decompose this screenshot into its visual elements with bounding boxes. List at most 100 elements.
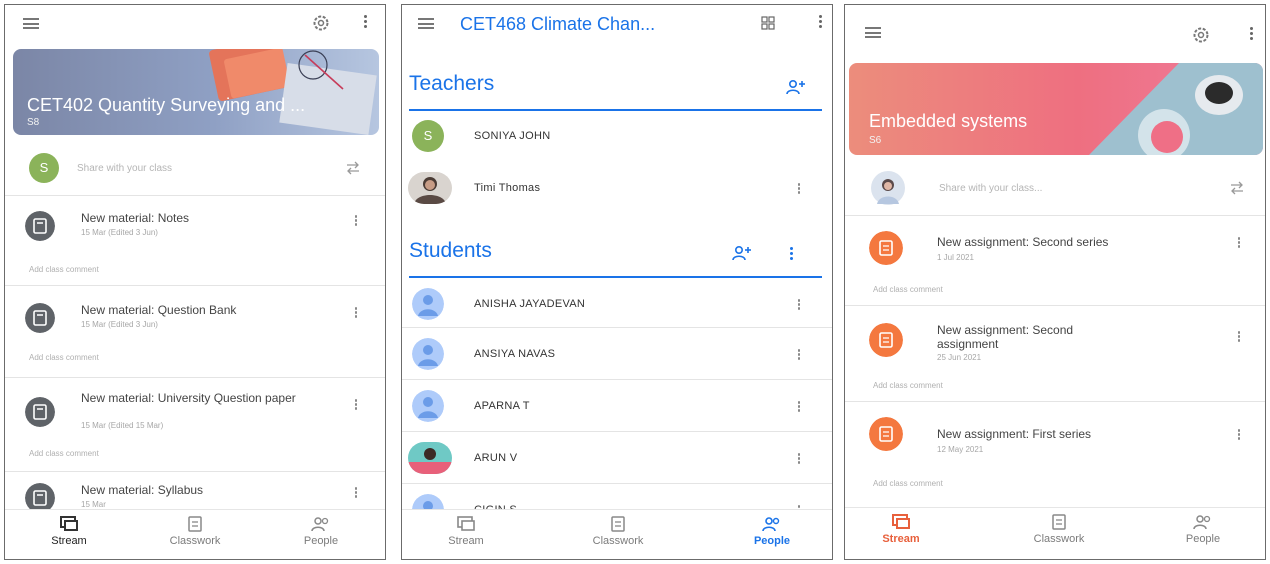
student-row[interactable]: APARNA T <box>402 387 832 427</box>
divider <box>845 305 1265 306</box>
more-vert-icon[interactable] <box>354 307 358 319</box>
divider <box>5 195 385 196</box>
more-vert-icon[interactable] <box>354 487 358 499</box>
top-app-bar <box>845 5 1265 43</box>
gear-icon[interactable] <box>311 13 331 33</box>
add-class-comment-link[interactable]: Add class comment <box>29 353 99 362</box>
avatar: S <box>412 120 444 152</box>
user-avatar: S <box>29 153 59 183</box>
nav-stream[interactable]: Stream <box>19 516 119 547</box>
teacher-name: Timi Thomas <box>474 182 541 194</box>
avatar <box>408 442 452 474</box>
divider <box>5 377 385 378</box>
nav-people[interactable]: People <box>1153 514 1253 545</box>
share-placeholder[interactable]: Share with your class... <box>939 183 1042 194</box>
more-vert-icon[interactable] <box>790 247 794 261</box>
nav-stream[interactable]: Stream <box>416 516 516 547</box>
stream-post[interactable]: New material: Notes 15 Mar (Edited 3 Jun… <box>5 203 385 283</box>
add-class-comment-link[interactable]: Add class comment <box>29 265 99 274</box>
share-with-class-box[interactable]: S Share with your class <box>5 151 385 187</box>
stream-post[interactable]: New assignment: Second series 1 Jul 2021… <box>845 223 1265 303</box>
repost-icon[interactable] <box>345 161 361 175</box>
repost-icon[interactable] <box>1229 181 1245 195</box>
menu-icon[interactable] <box>865 27 881 38</box>
stream-post[interactable]: New material: Question Bank 15 Mar (Edit… <box>5 295 385 375</box>
add-class-comment-link[interactable]: Add class comment <box>873 285 943 294</box>
more-vert-icon[interactable] <box>1237 331 1241 343</box>
more-vert-icon[interactable] <box>797 349 801 361</box>
add-class-comment-link[interactable]: Add class comment <box>29 449 99 458</box>
classwork-icon <box>611 516 625 532</box>
student-name: ANISHA JAYADEVAN <box>474 298 586 310</box>
avatar <box>412 338 444 370</box>
add-student-icon[interactable] <box>732 245 752 261</box>
nav-classwork[interactable]: Classwork <box>145 516 245 547</box>
more-vert-icon[interactable] <box>797 453 801 465</box>
more-vert-icon[interactable] <box>1237 429 1241 441</box>
class-banner[interactable]: Embedded systems S6 <box>849 63 1263 155</box>
teacher-row[interactable]: Timi Thomas <box>402 169 832 209</box>
more-vert-icon[interactable] <box>354 399 358 411</box>
post-date: 15 Mar (Edited 3 Jun) <box>81 320 158 329</box>
people-screen-cet468: CET468 Climate Chan... Teachers S SONIYA… <box>401 4 833 560</box>
divider <box>5 285 385 286</box>
post-title: New material: Notes <box>81 211 190 225</box>
post-title: New assignment: First series <box>937 427 1092 441</box>
bottom-navigation: Stream Classwork People <box>845 507 1265 559</box>
nav-people[interactable]: People <box>722 516 822 547</box>
material-icon <box>25 397 55 427</box>
add-class-comment-link[interactable]: Add class comment <box>873 479 943 488</box>
divider <box>402 327 832 328</box>
post-date: 15 Mar (Edited 3 Jun) <box>81 228 158 237</box>
student-name: ANSIYA NAVAS <box>474 348 556 360</box>
stream-post[interactable]: New material: University Question paper … <box>5 387 385 467</box>
stream-post[interactable]: New assignment: Second assignment 25 Jun… <box>845 317 1265 397</box>
post-title: New assignment: Second series <box>937 235 1109 249</box>
class-banner[interactable]: CET402 Quantity Surveying and ... S8 <box>13 49 379 135</box>
assignment-icon <box>869 231 903 265</box>
menu-icon[interactable] <box>418 18 434 29</box>
post-date: 25 Jun 2021 <box>937 353 982 362</box>
more-vert-icon[interactable] <box>797 299 801 311</box>
avatar <box>412 390 444 422</box>
gear-icon[interactable] <box>1191 25 1211 45</box>
stream-post[interactable]: New assignment: First series 12 May 2021… <box>845 413 1265 493</box>
more-vert-icon[interactable] <box>818 15 822 31</box>
bottom-navigation: Stream Classwork People <box>5 509 385 559</box>
class-title: CET468 Climate Chan... <box>460 14 656 34</box>
nav-people[interactable]: People <box>271 516 371 547</box>
share-with-class-box[interactable]: Share with your class... <box>845 167 1265 207</box>
nav-classwork-label: Classwork <box>1033 533 1085 545</box>
student-row[interactable]: ANISHA JAYADEVAN <box>402 285 832 325</box>
menu-icon[interactable] <box>23 18 39 29</box>
more-vert-icon[interactable] <box>1249 27 1253 43</box>
stream-icon <box>892 514 910 529</box>
share-placeholder[interactable]: Share with your class <box>77 163 172 174</box>
apps-grid-icon[interactable] <box>761 16 775 30</box>
student-name: ARUN V <box>474 452 518 464</box>
nav-stream[interactable]: Stream <box>851 514 951 545</box>
students-divider <box>409 276 822 278</box>
student-row[interactable]: ARUN V <box>402 439 832 479</box>
nav-classwork[interactable]: Classwork <box>568 516 668 547</box>
add-teacher-icon[interactable] <box>786 79 806 95</box>
post-title: New material: Syllabus <box>81 483 204 497</box>
more-vert-icon[interactable] <box>354 215 358 227</box>
student-row[interactable]: ANSIYA NAVAS <box>402 335 832 375</box>
post-title: New material: University Question paper <box>81 391 296 405</box>
assignment-icon <box>869 323 903 357</box>
add-class-comment-link[interactable]: Add class comment <box>873 381 943 390</box>
students-heading: Students <box>409 239 492 262</box>
more-vert-icon[interactable] <box>363 15 367 31</box>
stream-screen-cet402: CET402 Quantity Surveying and ... S8 S S… <box>4 4 386 560</box>
classwork-icon <box>188 516 202 532</box>
teacher-row[interactable]: S SONIYA JOHN <box>402 117 832 157</box>
nav-classwork[interactable]: Classwork <box>1009 514 1109 545</box>
nav-classwork-label: Classwork <box>592 535 644 547</box>
more-vert-icon[interactable] <box>797 183 801 195</box>
more-vert-icon[interactable] <box>1237 237 1241 249</box>
more-vert-icon[interactable] <box>797 401 801 413</box>
divider <box>402 379 832 380</box>
post-title: New assignment: Second assignment <box>937 323 1074 351</box>
banner-illustration <box>1089 63 1263 155</box>
